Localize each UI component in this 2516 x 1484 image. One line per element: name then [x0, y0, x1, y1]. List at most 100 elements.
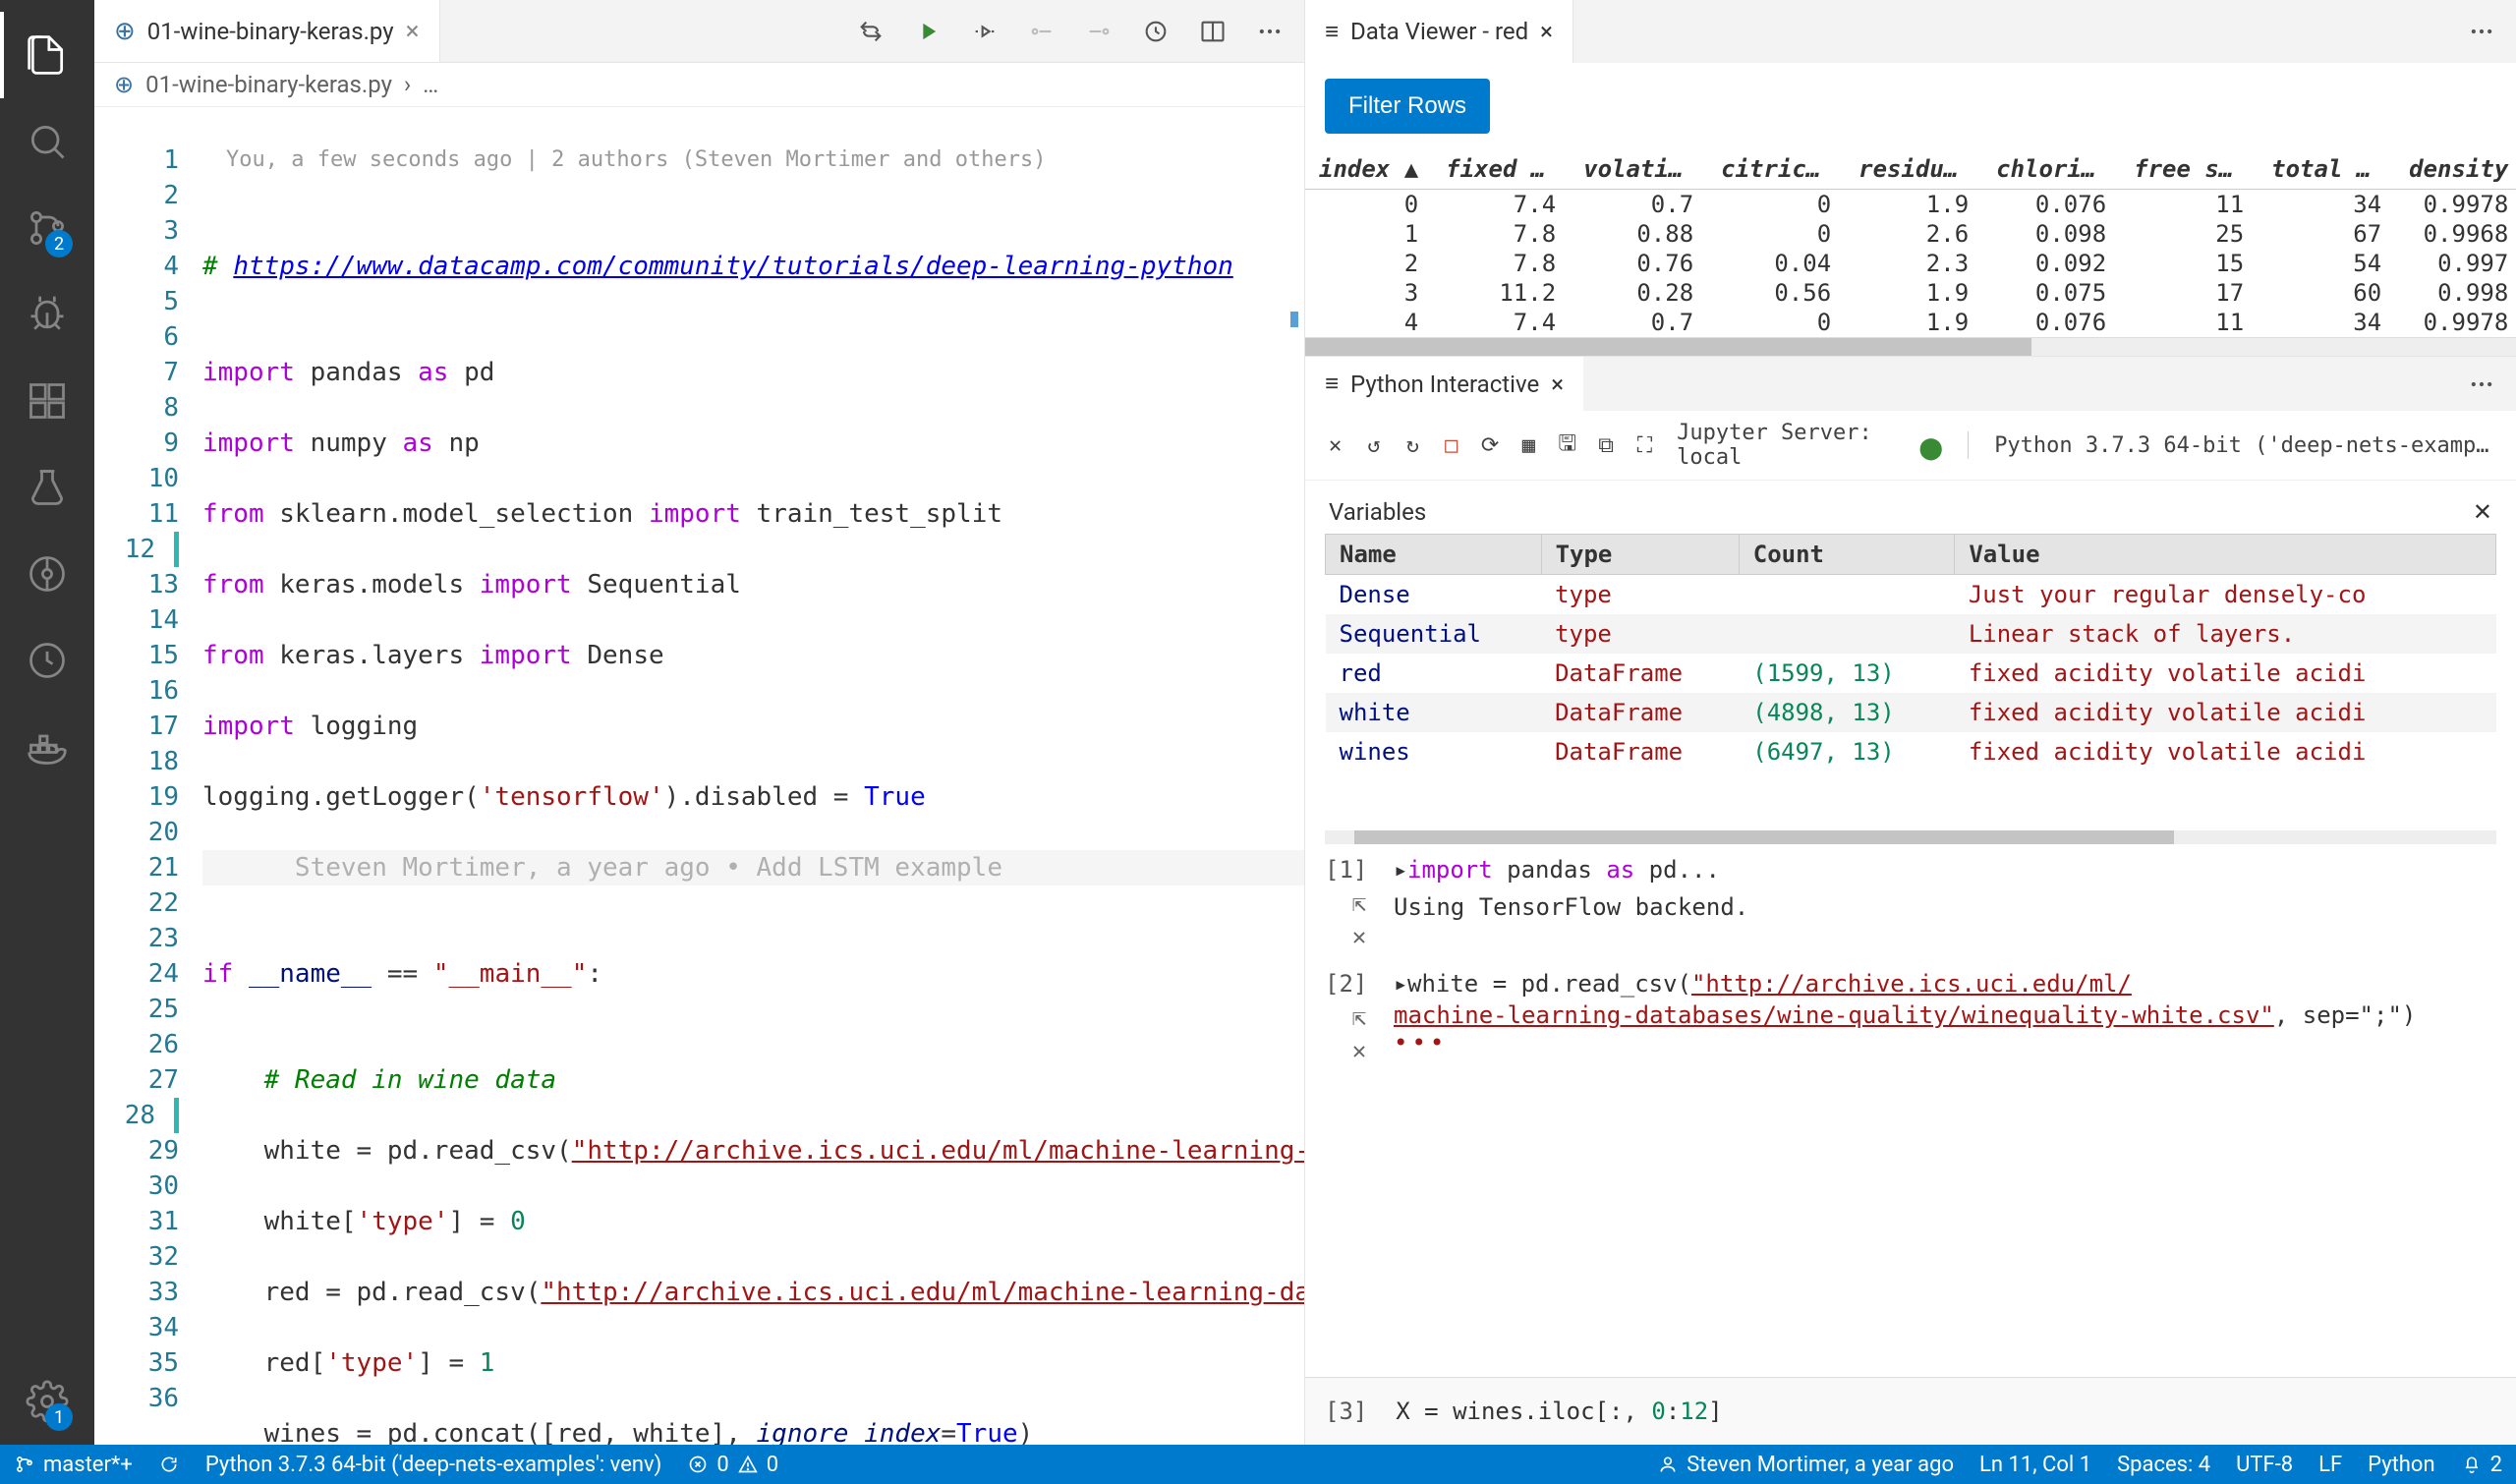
python-interactive-tab[interactable]: ≡ Python Interactive ×: [1305, 357, 1583, 411]
variable-row[interactable]: whiteDataFrame(4898, 13)fixed acidity vo…: [1326, 693, 2496, 732]
language-indicator[interactable]: Python: [2368, 1453, 2434, 1477]
run-icon[interactable]: [913, 17, 943, 46]
settings-gear-icon[interactable]: 1: [0, 1358, 94, 1445]
close-icon[interactable]: ×: [1540, 18, 1553, 45]
column-header[interactable]: fixed a…: [1432, 149, 1570, 190]
debug-icon[interactable]: [0, 271, 94, 358]
python-interactive-title: Python Interactive: [1350, 371, 1539, 398]
data-viewer-tab[interactable]: ≡ Data Viewer - red ×: [1305, 0, 1573, 63]
interactive-input[interactable]: [3] X = wines.iloc[:, 0:12]: [1305, 1377, 2516, 1445]
delete-cell-icon[interactable]: ✕: [1352, 923, 1366, 950]
cell-code[interactable]: import pandas as pd...: [1407, 856, 2496, 884]
kernel-label[interactable]: Python 3.7.3 64-bit ('deep-nets-examples…: [1994, 433, 2496, 458]
notifications-button[interactable]: 2: [2461, 1453, 2502, 1477]
code-editor[interactable]: 1234567891011121314151617181920212223242…: [94, 107, 1304, 1445]
editor-tab[interactable]: ⊕ 01-wine-binary-keras.py ×: [94, 0, 440, 62]
variable-row[interactable]: DensetypeJust your regular densely-co: [1326, 575, 2496, 615]
interactive-toolbar: ✕ ↺ ↻ □ ⟳ ▦ 🖫 ⧉ ⛶ Jupyter Server: local …: [1305, 411, 2516, 481]
column-header[interactable]: citric …: [1707, 149, 1845, 190]
cell-code[interactable]: white = pd.read_csv("http://archive.ics.…: [1407, 970, 2496, 998]
restart-icon[interactable]: [1141, 17, 1171, 46]
column-header[interactable]: volatil…: [1570, 149, 1707, 190]
variables-title: Variables: [1329, 498, 1426, 526]
var-column-header[interactable]: Name: [1326, 535, 1542, 575]
column-header[interactable]: index ▲: [1305, 149, 1432, 190]
undo-icon[interactable]: ↻: [1402, 432, 1423, 458]
run-above-icon[interactable]: [1027, 17, 1057, 46]
table-row[interactable]: 311.20.280.561.90.07517600.998: [1305, 278, 2516, 308]
data-table[interactable]: index ▲fixed a…volatil…citric …residua…c…: [1305, 149, 2516, 337]
minimap[interactable]: [1285, 107, 1304, 1445]
column-header[interactable]: residua…: [1845, 149, 1982, 190]
cursor-position[interactable]: Ln 11, Col 1: [1979, 1453, 2091, 1477]
variable-row[interactable]: redDataFrame(1599, 13)fixed acidity vola…: [1326, 654, 2496, 693]
run-below-icon[interactable]: [1084, 17, 1114, 46]
column-header[interactable]: total s…: [2258, 149, 2395, 190]
var-column-header[interactable]: Value: [1955, 535, 2496, 575]
gitlens-icon[interactable]: [0, 531, 94, 617]
var-column-header[interactable]: Type: [1541, 535, 1739, 575]
variable-row[interactable]: SequentialtypeLinear stack of layers.: [1326, 614, 2496, 654]
save-icon[interactable]: 🖫: [1557, 432, 1577, 458]
encoding-indicator[interactable]: UTF-8: [2236, 1453, 2293, 1477]
variable-icon[interactable]: ▦: [1518, 432, 1539, 458]
timeline-icon[interactable]: [0, 617, 94, 704]
blame-status[interactable]: Steven Mortimer, a year ago: [1657, 1453, 1954, 1477]
person-icon: [1657, 1454, 1679, 1475]
breadcrumb[interactable]: ⊕ 01-wine-binary-keras.py › …: [94, 63, 1304, 107]
branch-indicator[interactable]: master*+: [14, 1453, 133, 1477]
test-icon[interactable]: [0, 444, 94, 531]
close-icon[interactable]: ×: [406, 17, 420, 46]
scm-badge: 2: [45, 230, 73, 257]
filter-rows-button[interactable]: Filter Rows: [1325, 79, 1490, 134]
variables-table[interactable]: NameTypeCountValue DensetypeJust your re…: [1325, 534, 2496, 771]
source-control-icon[interactable]: 2: [0, 185, 94, 271]
compare-icon[interactable]: [856, 17, 886, 46]
jupyter-server-label[interactable]: Jupyter Server: local: [1677, 421, 1901, 470]
expand-icon[interactable]: ⛶: [1634, 432, 1655, 458]
horizontal-scrollbar[interactable]: [1305, 338, 2516, 356]
split-icon[interactable]: [1198, 17, 1228, 46]
goto-icon[interactable]: ⇱: [1352, 1003, 1366, 1031]
table-row[interactable]: 07.40.701.90.07611340.9978: [1305, 190, 2516, 220]
explorer-icon[interactable]: [0, 12, 94, 98]
breadcrumb-tail: …: [423, 71, 438, 98]
input-prompt: [3]: [1325, 1398, 1367, 1425]
horizontal-scrollbar[interactable]: [1325, 830, 2496, 844]
indent-indicator[interactable]: Spaces: 4: [2117, 1453, 2210, 1477]
extensions-icon[interactable]: [0, 358, 94, 444]
redo-icon[interactable]: ↺: [1363, 432, 1384, 458]
close-icon[interactable]: ×: [1551, 371, 1564, 398]
table-row[interactable]: 17.80.8802.60.09825670.9968: [1305, 219, 2516, 249]
more-icon[interactable]: [2467, 370, 2496, 399]
warning-icon: [737, 1454, 759, 1475]
search-icon[interactable]: [0, 98, 94, 185]
delete-cell-icon[interactable]: ✕: [1352, 1037, 1366, 1064]
docker-icon[interactable]: [0, 704, 94, 790]
code-content[interactable]: You, a few seconds ago | 2 authors (Stev…: [202, 107, 1304, 1445]
more-icon[interactable]: [2467, 17, 2496, 46]
problems-indicator[interactable]: 0 0: [687, 1453, 778, 1477]
goto-icon[interactable]: ⇱: [1352, 889, 1366, 917]
editor-tabs: ⊕ 01-wine-binary-keras.py ×: [94, 0, 1304, 63]
eol-indicator[interactable]: LF: [2318, 1453, 2342, 1477]
data-viewer-title: Data Viewer - red: [1350, 18, 1528, 45]
python-env[interactable]: Python 3.7.3 64-bit ('deep-nets-examples…: [205, 1453, 661, 1477]
cancel-icon[interactable]: ✕: [1325, 432, 1345, 458]
restart-kernel-icon[interactable]: ⟳: [1479, 432, 1500, 458]
table-row[interactable]: 47.40.701.90.07611340.9978: [1305, 308, 2516, 337]
more-icon[interactable]: [1255, 17, 1285, 46]
var-column-header[interactable]: Count: [1739, 535, 1955, 575]
stop-icon[interactable]: □: [1441, 432, 1461, 458]
column-header[interactable]: free su…: [2120, 149, 2258, 190]
codelens[interactable]: You, a few seconds ago | 2 authors (Stev…: [202, 143, 1304, 178]
export-icon[interactable]: ⧉: [1595, 432, 1616, 458]
table-row[interactable]: 27.80.760.042.30.09215540.997: [1305, 249, 2516, 278]
variable-row[interactable]: winesDataFrame(6497, 13)fixed acidity vo…: [1326, 732, 2496, 771]
close-icon[interactable]: ✕: [2473, 498, 2492, 526]
run-cell-icon[interactable]: [970, 17, 1000, 46]
column-header[interactable]: chlorid…: [1982, 149, 2120, 190]
column-header[interactable]: density: [2395, 149, 2516, 190]
editor-actions: [856, 17, 1304, 46]
sync-button[interactable]: [158, 1454, 180, 1475]
